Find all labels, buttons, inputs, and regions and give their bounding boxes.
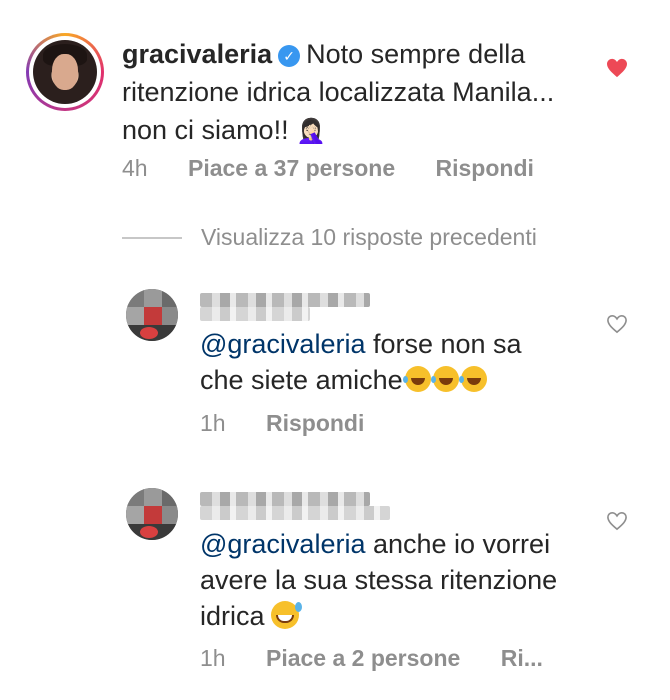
reply-time: 1h: [200, 410, 226, 436]
reply-button[interactable]: Rispondi: [436, 155, 534, 181]
avatar-gracivaleria[interactable]: [26, 33, 104, 111]
likes-count-link[interactable]: Piace a 37 persone: [188, 155, 395, 181]
reply-button[interactable]: Rispondi: [266, 410, 364, 436]
comment-username[interactable]: gracivaleria: [122, 39, 272, 69]
blurred-username: [200, 492, 370, 506]
main-comment-meta: 4h Piace a 37 persone Rispondi: [122, 155, 534, 182]
reply-meta: 1h Rispondi: [200, 410, 364, 437]
heart-outline-icon[interactable]: [606, 511, 628, 531]
mention-link[interactable]: @gracivaleria: [200, 329, 365, 359]
reply-meta: 1h Piace a 2 persone Ri...: [200, 645, 543, 672]
blurred-username-2: [200, 506, 390, 520]
reply-time: 1h: [200, 645, 226, 671]
reply-avatar[interactable]: [126, 488, 178, 540]
verified-badge-icon: ✓: [278, 45, 301, 67]
reply-text: @gracivaleria anche io vorrei avere la s…: [200, 529, 558, 631]
reply-button[interactable]: Ri...: [501, 645, 543, 671]
view-previous-replies-link[interactable]: Visualizza 10 risposte precedenti: [201, 224, 537, 251]
likes-count-link[interactable]: Piace a 2 persone: [266, 645, 460, 671]
blurred-username-2: [200, 307, 310, 321]
heart-outline-icon[interactable]: [606, 314, 628, 334]
replies-divider: [122, 237, 182, 239]
reply-text: @gracivaleria forse non sa che siete ami…: [200, 329, 522, 395]
sweat-smile-emoji-icon: [270, 601, 302, 629]
mention-link[interactable]: @gracivaleria: [200, 529, 365, 559]
reply-avatar[interactable]: [126, 289, 178, 341]
avatar-photo: [33, 40, 97, 104]
rofl-emoji-icon: [402, 366, 431, 392]
heart-filled-icon[interactable]: [606, 58, 628, 78]
blurred-username: [200, 293, 370, 307]
rofl-emoji-icon: [458, 366, 487, 392]
comment-time: 4h: [122, 155, 148, 181]
main-comment: gracivaleria ✓ Noto sempre della ritenzion…: [122, 35, 562, 151]
rofl-emoji-icon: [430, 366, 459, 392]
facepalm-emoji: 🤦🏻‍♀️: [296, 118, 326, 145]
